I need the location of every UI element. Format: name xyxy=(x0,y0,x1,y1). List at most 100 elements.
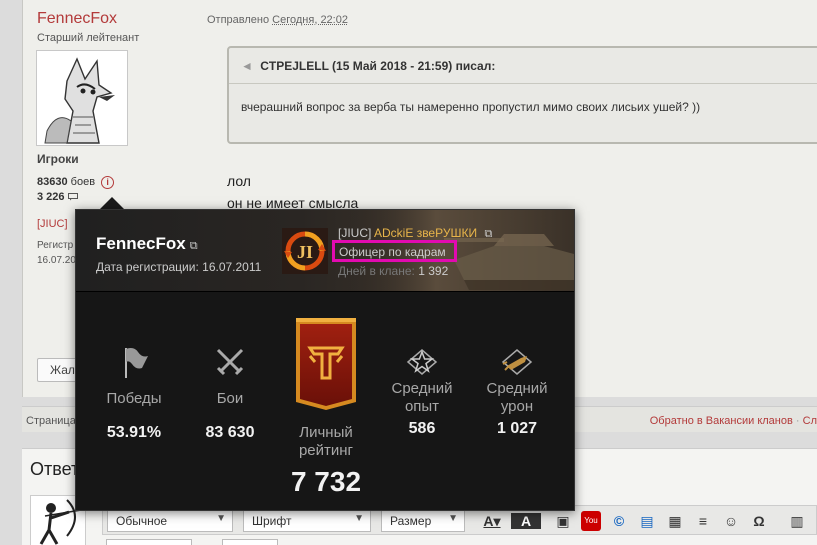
text-color-icon[interactable]: A▾ xyxy=(477,511,507,531)
stat-battles: Бои 83 630 xyxy=(190,344,270,442)
stat-wins: Победы 53.91% xyxy=(94,344,174,442)
stat-avg-xp: Средний опыт 586 xyxy=(382,344,462,438)
clan-emblem-icon[interactable]: JI xyxy=(282,228,328,274)
quote-text: вчерашний вопрос за верба ты намеренно п… xyxy=(241,100,701,114)
pagebar-links: Обратно в Вакансии кланов · Сл xyxy=(650,415,817,427)
clan-days-value: 1 392 xyxy=(418,264,449,278)
card-clan-role: Офицер по кадрам xyxy=(332,240,457,262)
sent-label: Отправлено xyxy=(207,14,270,26)
author-posts: 3 226 xyxy=(37,191,78,203)
battles-label: Бои xyxy=(216,390,244,407)
stat-avg-damage: Средний урон 1 027 xyxy=(477,344,557,438)
toolbar2-select[interactable] xyxy=(106,539,192,545)
card-clan[interactable]: [JIUC] ADckiE звеРУШКИ ⧉ xyxy=(338,226,492,241)
external-link-icon[interactable]: ⧉ xyxy=(484,228,492,241)
stat-rating: Личный рейтинг 7 732 xyxy=(276,318,376,498)
author-clan[interactable]: [JIUC] xyxy=(37,218,68,230)
toolbar2-button[interactable] xyxy=(222,539,278,545)
editor-toolbar-row2 xyxy=(102,539,817,545)
battles-value: 83 630 xyxy=(205,424,255,441)
format-select[interactable]: Обычное ▼ xyxy=(107,510,233,532)
clan-days-label: Дней в клане: xyxy=(338,264,415,278)
xp-value: 586 xyxy=(408,420,436,437)
dmg-label-line2: урон xyxy=(500,398,534,415)
battles-label: боев xyxy=(70,176,96,188)
author-group: Игроки xyxy=(37,152,79,166)
omega-icon[interactable]: Ω xyxy=(749,511,769,531)
reg-label: Регистр xyxy=(37,240,74,251)
reg-date: 16.07.20 xyxy=(37,255,76,266)
shell-icon xyxy=(501,349,533,375)
xp-label-line2: опыт xyxy=(404,398,440,415)
posts-count: 3 226 xyxy=(37,191,65,203)
wins-value: 53.91% xyxy=(106,424,162,441)
image-icon[interactable]: ▣ xyxy=(553,511,573,531)
rating-banner-icon xyxy=(296,318,356,410)
avatar[interactable] xyxy=(36,50,128,146)
dmg-label: Средний урон xyxy=(477,380,557,416)
rating-label-line2: рейтинг xyxy=(298,442,354,459)
youtube-icon[interactable]: You xyxy=(581,511,601,531)
size-select[interactable]: Размер ▼ xyxy=(381,510,465,532)
font-select[interactable]: Шрифт ▼ xyxy=(243,510,371,532)
size-select-value: Размер xyxy=(390,514,432,528)
xp-label-line1: Средний xyxy=(391,380,453,397)
battles-count: 83630 xyxy=(37,176,68,188)
rating-label: Личный рейтинг xyxy=(276,424,376,460)
card-name-text: FennecFox xyxy=(96,234,186,253)
post-timestamp: Отправлено Сегодня, 22:02 xyxy=(207,14,348,26)
fox-avatar-icon xyxy=(37,51,127,145)
chevron-down-icon: ▼ xyxy=(216,513,226,524)
xp-label: Средний опыт xyxy=(382,380,462,416)
comment-icon xyxy=(67,193,78,201)
back-link[interactable]: Обратно в Вакансии кланов xyxy=(650,415,793,427)
card-clan-days: Дней в клане: 1 392 xyxy=(338,264,448,278)
card-clan-name: ADckiE звеРУШКИ xyxy=(374,226,478,240)
format-select-value: Обычное xyxy=(116,514,168,528)
quote-insert-icon[interactable]: ▤ xyxy=(637,511,657,531)
sent-time[interactable]: Сегодня, 22:02 xyxy=(272,14,348,26)
pages-label[interactable]: Страница xyxy=(26,415,76,427)
align-icon[interactable]: ≡ xyxy=(693,511,713,531)
author-rank: Старший лейтенант xyxy=(37,32,140,44)
svg-text:JI: JI xyxy=(297,242,313,262)
quote-arrow-icon[interactable]: ◄ xyxy=(241,59,253,73)
flag-icon xyxy=(125,348,148,378)
font-select-value: Шрифт xyxy=(252,514,292,528)
post-message: лол он не имеет смысла xyxy=(227,170,358,214)
copyright-icon[interactable]: © xyxy=(609,511,629,531)
chevron-down-icon: ▼ xyxy=(448,513,458,524)
author-reg: Регистр 16.07.20 xyxy=(37,238,76,268)
next-link[interactable]: Сл xyxy=(803,415,817,427)
external-link-icon[interactable]: ⧉ xyxy=(190,240,198,253)
dmg-label-line1: Средний xyxy=(486,380,548,397)
card-player-name[interactable]: FennecFox ⧉ xyxy=(96,234,198,254)
bg-color-icon[interactable]: A xyxy=(511,513,541,529)
table-icon[interactable]: ▦ xyxy=(665,511,685,531)
star-icon xyxy=(406,349,438,375)
author-battles: 83630 боев i xyxy=(37,176,115,189)
crossed-swords-icon xyxy=(216,348,244,376)
wins-label: Победы xyxy=(106,390,162,407)
card-reg-label: Дата регистрации: xyxy=(96,260,199,274)
card-registration: Дата регистрации: 16.07.2011 xyxy=(96,260,261,274)
dmg-value: 1 027 xyxy=(496,420,538,437)
chevron-down-icon: ▼ xyxy=(354,513,364,524)
reply-title: Ответ xyxy=(30,459,80,479)
player-card: FennecFox ⧉ Дата регистрации: 16.07.2011 … xyxy=(75,209,575,511)
card-clan-tag: [JIUC] xyxy=(338,226,372,240)
rating-label-line1: Личный xyxy=(299,424,353,441)
author-name[interactable]: FennecFox xyxy=(37,10,117,28)
separator: · xyxy=(795,415,800,427)
card-reg-date: 16.07.2011 xyxy=(202,260,262,274)
card-pointer xyxy=(100,197,124,209)
smiley-icon[interactable]: ☺ xyxy=(721,511,741,531)
rating-value: 7 732 xyxy=(290,466,362,497)
quote-header: ◄ CTPEJLELL (15 Май 2018 - 21:59) писал: xyxy=(229,48,817,84)
card-header: FennecFox ⧉ Дата регистрации: 16.07.2011 … xyxy=(76,210,574,292)
message-line: лол xyxy=(227,173,251,189)
paste-icon[interactable]: ▥ xyxy=(787,511,807,531)
quote-author: CTPEJLELL (15 Май 2018 - 21:59) писал: xyxy=(260,59,496,73)
quote-block: ◄ CTPEJLELL (15 Май 2018 - 21:59) писал:… xyxy=(227,46,817,144)
info-icon[interactable]: i xyxy=(101,176,115,189)
